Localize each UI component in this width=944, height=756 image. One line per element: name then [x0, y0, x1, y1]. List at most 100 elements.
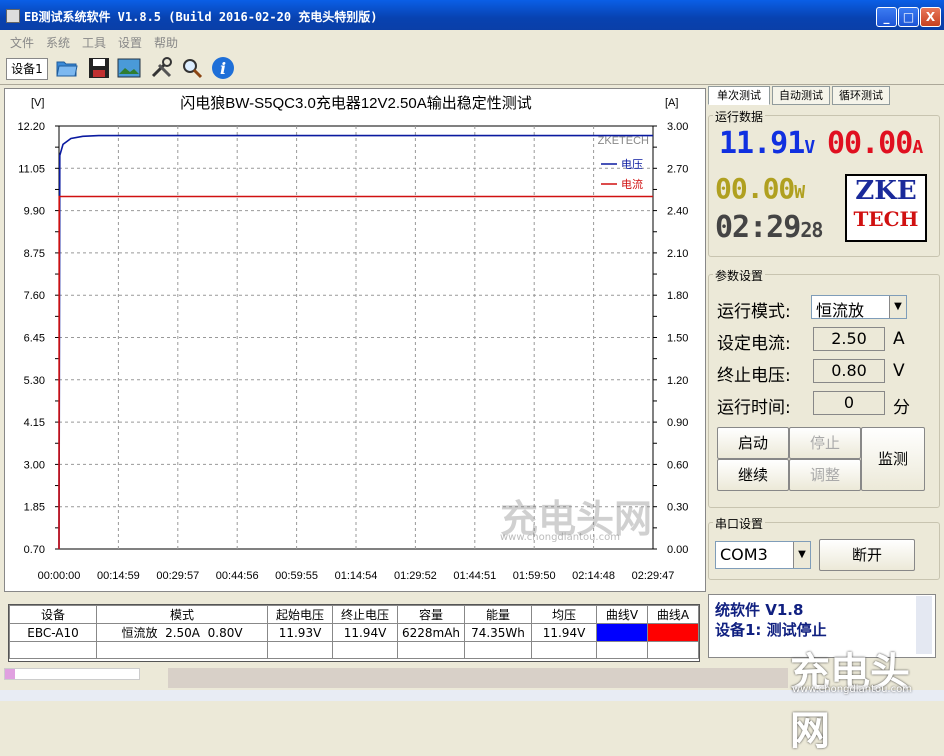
run-time-field[interactable]: 0: [813, 391, 885, 415]
y-tick-label-left: 6.45: [24, 333, 45, 345]
time-display: 02:2928: [715, 210, 823, 245]
tools-icon[interactable]: [150, 56, 174, 80]
y-tick-label-right: 3.00: [667, 121, 688, 133]
legend-label: 电压: [621, 158, 643, 171]
y-tick-label-left: 5.30: [24, 375, 45, 387]
menu-tools[interactable]: 工具: [82, 34, 106, 51]
y-tick-label-left: 4.15: [24, 417, 45, 429]
y-tick-label-right: 0.90: [667, 417, 688, 429]
image-export-icon[interactable]: [117, 56, 141, 80]
tab-auto-test[interactable]: 自动测试: [772, 86, 830, 105]
cell-avg-voltage: 11.94V: [531, 623, 597, 642]
y-tick-label-right: 0.00: [667, 544, 688, 556]
set-current-field[interactable]: 2.50: [813, 327, 885, 351]
close-button[interactable]: X: [920, 7, 941, 27]
run-data-label: 运行数据: [713, 108, 766, 125]
menu-system[interactable]: 系统: [46, 34, 70, 51]
x-tick-label: 01:59:50: [513, 570, 556, 582]
svg-text:i: i: [220, 59, 226, 78]
y-axis-label-right: [A]: [665, 97, 678, 109]
y-tick-label-left: 3.00: [24, 459, 45, 471]
menu-file[interactable]: 文件: [10, 34, 34, 51]
y-tick-label-left: 11.05: [18, 163, 45, 175]
y-tick-label-right: 2.10: [667, 248, 688, 260]
cutoff-voltage-unit: V: [893, 361, 905, 381]
run-time-label: 运行时间:: [717, 398, 791, 418]
corner-watermark-logo: 充电头网: [790, 650, 910, 754]
menu-help[interactable]: 帮助: [154, 34, 178, 51]
cell-capacity: 6228mAh: [397, 623, 465, 642]
serial-settings-group: 串口设置 COM3 ▼ 断开: [708, 515, 940, 580]
info-icon[interactable]: i: [211, 56, 235, 80]
start-button[interactable]: 启动: [717, 427, 789, 459]
cell-device: EBC-A10: [9, 623, 97, 642]
y-axis-label-left: [V]: [31, 97, 44, 109]
cell-mode: 恒流放 2.50A 0.80V: [96, 623, 268, 642]
y-tick-label-left: 9.90: [24, 206, 45, 218]
menu-bar: 文件 系统 工具 设置 帮助: [0, 31, 944, 51]
y-tick-label-left: 0.70: [24, 544, 45, 556]
stop-button[interactable]: 停止: [789, 427, 861, 459]
maximize-button[interactable]: □: [898, 7, 919, 27]
x-tick-label: 00:00:00: [38, 570, 81, 582]
com-port-select[interactable]: COM3 ▼: [715, 541, 811, 569]
x-tick-label: 00:44:56: [216, 570, 259, 582]
y-tick-label-right: 1.80: [667, 290, 688, 302]
mode-select[interactable]: 恒流放 ▼: [811, 295, 907, 320]
y-tick-label-right: 0.30: [667, 502, 688, 514]
col-header: 容量: [397, 605, 465, 624]
disconnect-button[interactable]: 断开: [819, 539, 915, 571]
x-tick-label: 00:59:55: [275, 570, 318, 582]
y-tick-label-left: 8.75: [24, 248, 45, 260]
col-header: 曲线A: [647, 605, 699, 624]
monitor-button[interactable]: 监测: [861, 427, 925, 491]
open-folder-icon[interactable]: [55, 56, 79, 80]
legend-label: 电流: [621, 177, 643, 191]
voltage-display: 11.91V: [719, 126, 815, 161]
corner-watermark-url: www.chongdiantou.com: [792, 684, 912, 695]
power-display: 00.00W: [715, 172, 805, 205]
progress-fill: [5, 669, 15, 679]
title-bar: EB测试系统软件 V1.8.5 (Build 2016-02-20 充电头特别版…: [0, 0, 944, 30]
device-tab[interactable]: 设备1: [6, 58, 48, 80]
adjust-button[interactable]: 调整: [789, 459, 861, 491]
y-tick-label-right: 0.60: [667, 459, 688, 471]
chevron-down-icon[interactable]: ▼: [889, 296, 906, 318]
menu-settings[interactable]: 设置: [118, 34, 142, 51]
y-tick-label-left: 7.60: [24, 290, 45, 302]
y-tick-label-left: 12.20: [17, 121, 45, 133]
chevron-down-icon[interactable]: ▼: [793, 542, 810, 568]
toolbar: 设备1 i: [0, 52, 944, 85]
param-settings-label: 参数设置: [713, 267, 766, 284]
y-tick-label-right: 2.70: [667, 163, 688, 175]
col-header: 终止电压: [332, 605, 398, 624]
current-display: 00.00A: [827, 126, 923, 161]
continue-button[interactable]: 继续: [717, 459, 789, 491]
cell-start-voltage: 11.93V: [267, 623, 333, 642]
progress-bar: [4, 668, 140, 680]
x-tick-label: 01:29:52: [394, 570, 437, 582]
tab-cycle-test[interactable]: 循环测试: [832, 86, 890, 105]
minimize-button[interactable]: _: [876, 7, 897, 27]
serial-settings-label: 串口设置: [713, 515, 766, 532]
watermark-url: www.chongdiantou.com: [500, 532, 620, 543]
x-tick-label: 01:44:51: [453, 570, 496, 582]
set-current-label: 设定电流:: [717, 334, 791, 354]
x-tick-label: 00:14:59: [97, 570, 140, 582]
cell-energy: 74.35Wh: [464, 623, 532, 642]
cell-curve-a-color[interactable]: [647, 623, 699, 642]
log-line: 设备1: 测试停止: [715, 621, 827, 639]
search-icon[interactable]: [180, 56, 204, 80]
window-title: EB测试系统软件 V1.8.5 (Build 2016-02-20 充电头特别版…: [24, 10, 378, 24]
run-time-unit: 分: [893, 398, 910, 418]
table-row[interactable]: EBC-A10 恒流放 2.50A 0.80V 11.93V 11.94V 62…: [9, 623, 699, 642]
cutoff-voltage-label: 终止电压:: [717, 366, 791, 386]
x-tick-label: 02:29:47: [632, 570, 675, 582]
tab-single-test[interactable]: 单次测试: [708, 86, 770, 105]
cutoff-voltage-field[interactable]: 0.80: [813, 359, 885, 383]
cell-curve-v-color[interactable]: [596, 623, 648, 642]
cell-end-voltage: 11.94V: [332, 623, 398, 642]
app-icon[interactable]: [6, 9, 20, 23]
save-disk-icon[interactable]: [87, 56, 111, 80]
y-tick-label-right: 1.50: [667, 333, 688, 345]
